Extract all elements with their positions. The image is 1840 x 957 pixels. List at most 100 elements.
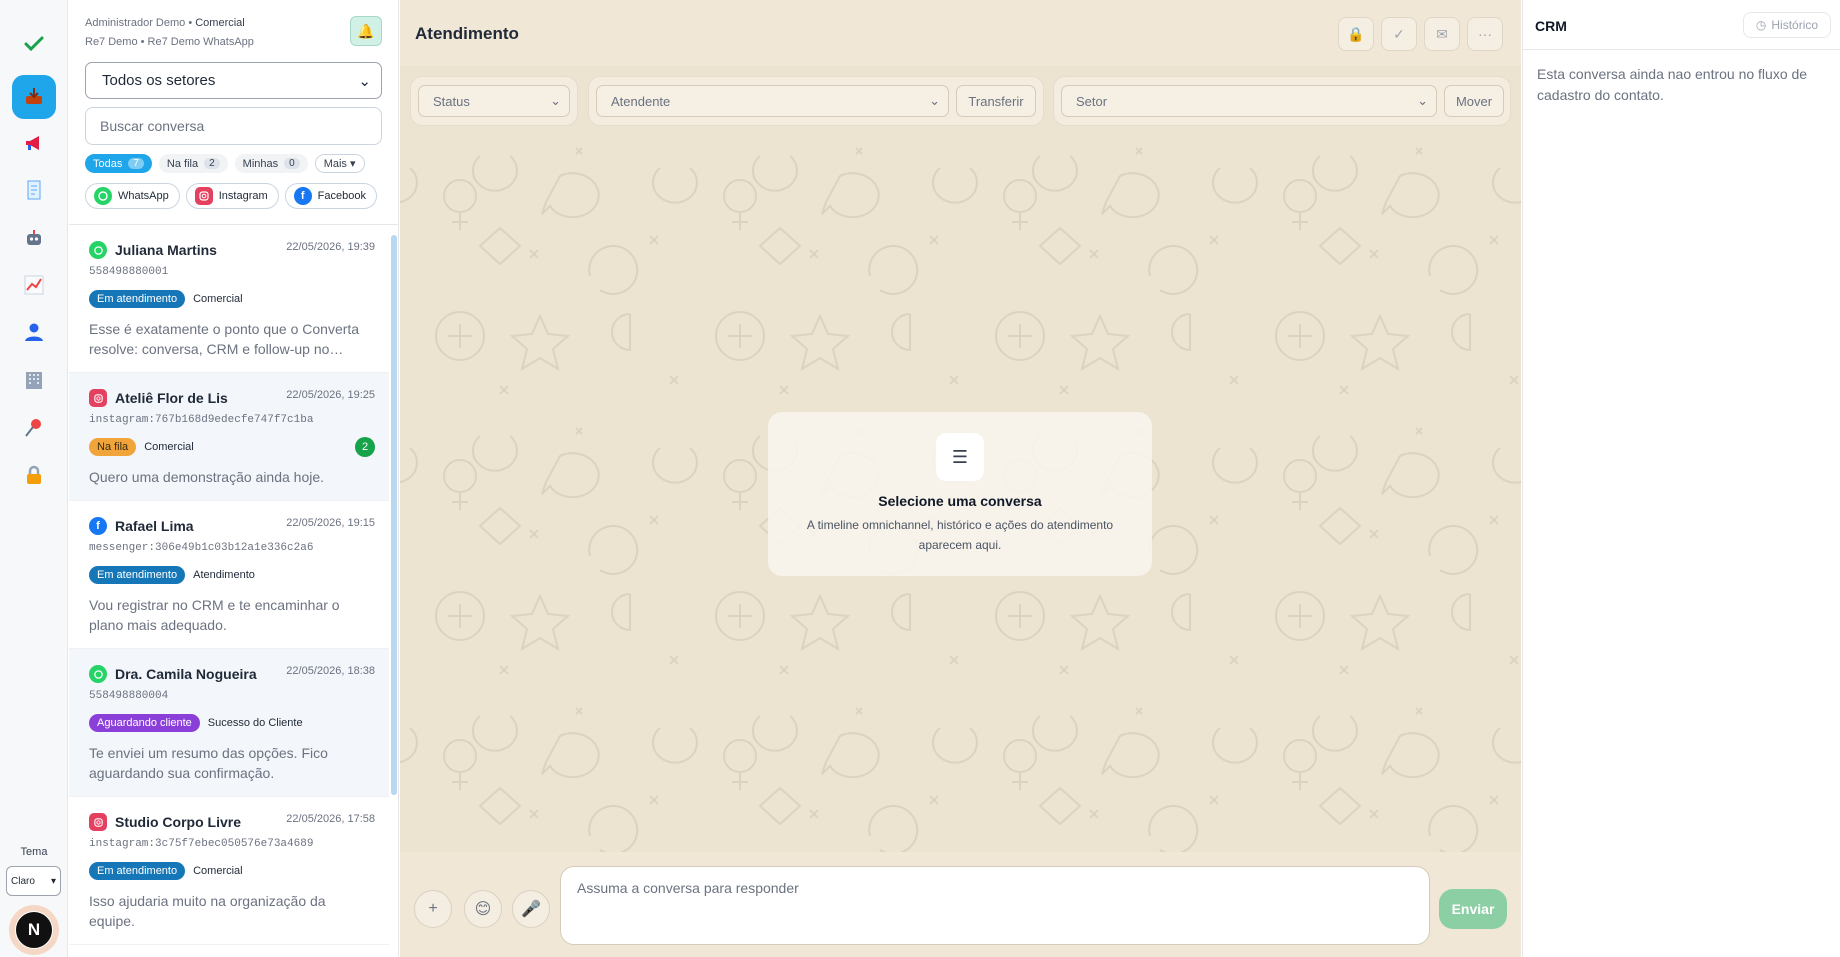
- chat-background: ☰ Selecione uma conversa A timeline omni…: [400, 136, 1521, 852]
- facebook-icon: f: [89, 517, 107, 535]
- conversation-preview: Esse é exatamente o ponto que o Converta…: [89, 321, 360, 357]
- move-button[interactable]: Mover: [1444, 85, 1504, 117]
- list-scrollbar[interactable]: [391, 235, 397, 795]
- conversation-sector: Comercial: [193, 292, 243, 305]
- check-icon[interactable]: [12, 22, 56, 66]
- theme-select[interactable]: Claro ▾: [6, 866, 61, 896]
- status-badge: Aguardando cliente: [89, 713, 200, 732]
- pin-icon[interactable]: [12, 406, 56, 450]
- inbox-icon[interactable]: [12, 75, 56, 119]
- chat-header: Atendimento 🔒 ✓ ✉ ···: [400, 0, 1521, 66]
- whatsapp-icon: [94, 187, 112, 205]
- theme-value: Claro: [11, 875, 35, 887]
- filter-queue-count: 2: [204, 158, 220, 169]
- history-button[interactable]: ◷ Histórico: [1743, 12, 1831, 38]
- conversation-preview: Te enviei um resumo das opções. Fico agu…: [89, 745, 328, 781]
- status-select[interactable]: Status ⌄: [418, 85, 570, 117]
- sector-select[interactable]: Todos os setores ⌄: [85, 62, 382, 99]
- channel-whatsapp[interactable]: WhatsApp: [85, 183, 180, 209]
- page-title: Atendimento: [415, 24, 519, 43]
- lock-icon[interactable]: 🔒: [1338, 17, 1374, 51]
- sector-filter-box: Setor ⌄ Mover: [1053, 76, 1511, 126]
- menu-icon: ☰: [936, 433, 984, 481]
- more-icon[interactable]: ···: [1467, 17, 1503, 51]
- filter-more[interactable]: Mais ▾: [314, 154, 365, 173]
- agent-select-value: Atendente: [611, 93, 671, 109]
- instagram-icon: [194, 187, 213, 205]
- theme-label: Tema: [20, 846, 48, 858]
- building-icon[interactable]: [12, 358, 56, 402]
- conversation-item[interactable]: Dra. Camila Nogueira 22/05/2026, 18:38 5…: [69, 649, 389, 797]
- channel-instagram[interactable]: Instagram: [185, 183, 279, 209]
- mail-icon[interactable]: ✉: [1424, 17, 1460, 51]
- history-label: Histórico: [1771, 18, 1819, 32]
- conversation-id: instagram:3c75f7ebec050576e73a4689: [89, 838, 314, 850]
- status-badge: Em atendimento: [89, 565, 186, 584]
- receipt-icon[interactable]: [12, 168, 56, 212]
- channel-facebook-label: Facebook: [317, 190, 366, 202]
- crm-header: CRM ◷ Histórico: [1523, 0, 1840, 50]
- crm-message: Esta conversa ainda nao entrou no fluxo …: [1537, 66, 1808, 103]
- chevron-down-icon: ⌄: [358, 72, 371, 90]
- channel-whatsapp-label: WhatsApp: [118, 190, 169, 202]
- conversation-preview: Isso ajudaria muito na organização da eq…: [89, 893, 326, 929]
- conversation-name: Juliana Martins: [115, 242, 217, 258]
- reply-input[interactable]: Assuma a conversa para responder: [560, 866, 1430, 945]
- channel-facebook[interactable]: f Facebook: [284, 183, 377, 209]
- crm-panel: CRM ◷ Histórico Esta conversa ainda nao …: [1522, 0, 1840, 957]
- conversation-list-panel: Administrador Demo • Comercial Re7 Demo …: [69, 0, 399, 957]
- user-line: Administrador Demo •: [85, 17, 196, 29]
- conversation-name: Ateliê Flor de Lis: [115, 390, 228, 406]
- sector-move-value: Setor: [1076, 93, 1108, 109]
- agent-select[interactable]: Atendente ⌄: [596, 85, 949, 117]
- conversation-list: Juliana Martins 22/05/2026, 19:39 558498…: [69, 224, 399, 957]
- check-icon[interactable]: ✓: [1381, 17, 1417, 51]
- conversation-preview: Quero uma demonstração ainda hoje.: [89, 469, 325, 485]
- conversation-time: 22/05/2026, 17:58: [286, 813, 375, 825]
- conversation-id: instagram:767b168d9edecfe747f7c1ba: [89, 414, 314, 426]
- agent-filter-box: Atendente ⌄ Transferir: [588, 76, 1044, 126]
- avatar[interactable]: N: [9, 905, 59, 955]
- user-icon[interactable]: [12, 310, 56, 354]
- channel-instagram-label: Instagram: [218, 190, 268, 202]
- conversation-item[interactable]: Juliana Martins 22/05/2026, 19:39 558498…: [69, 225, 389, 373]
- sector-move-select[interactable]: Setor ⌄: [1061, 85, 1437, 117]
- whatsapp-icon: [89, 241, 107, 259]
- chevron-down-icon: ▾: [50, 875, 56, 887]
- filter-mine[interactable]: Minhas 0: [234, 154, 308, 173]
- sidebar-rail: Tema Claro ▾ N: [0, 0, 68, 957]
- instagram-icon: [89, 389, 107, 407]
- emoji-icon[interactable]: 😊: [464, 890, 502, 928]
- unread-count-badge: 2: [355, 437, 375, 457]
- transfer-button[interactable]: Transferir: [956, 85, 1036, 117]
- send-button[interactable]: Enviar: [1439, 889, 1507, 929]
- robot-icon[interactable]: [12, 216, 56, 260]
- bell-icon[interactable]: 🔔: [350, 16, 382, 46]
- conversation-name: Studio Corpo Livre: [115, 814, 241, 830]
- filter-all-label: Todas: [93, 157, 123, 170]
- lock-icon[interactable]: [12, 453, 56, 497]
- conversation-item[interactable]: Ateliê Flor de Lis 22/05/2026, 19:25 ins…: [69, 373, 389, 501]
- microphone-icon[interactable]: 🎤: [512, 890, 550, 928]
- status-select-value: Status: [433, 93, 470, 109]
- filter-all[interactable]: Todas 7: [85, 154, 152, 173]
- conversation-sector: Sucesso do Cliente: [207, 716, 303, 729]
- conversation-item[interactable]: f Rafael Lima 22/05/2026, 19:15 messenger…: [69, 501, 389, 649]
- conversation-item[interactable]: Studio Corpo Livre 22/05/2026, 17:58 ins…: [69, 797, 389, 945]
- instagram-icon: [89, 813, 107, 831]
- filter-queue-label: Na fila: [166, 157, 199, 170]
- status-badge: Na fila: [89, 437, 137, 456]
- conversation-time: 22/05/2026, 19:25: [286, 389, 375, 401]
- filter-queue[interactable]: Na fila 2: [158, 154, 228, 173]
- chart-icon[interactable]: [12, 263, 56, 307]
- app-root: Tema Claro ▾ N Administrador Demo • Come…: [0, 0, 1840, 957]
- chevron-down-icon: ⌄: [550, 93, 561, 108]
- filter-chips: Todas 7 Na fila 2 Minhas 0 Mais ▾: [85, 154, 365, 173]
- megaphone-icon[interactable]: [12, 121, 56, 165]
- filter-mine-count: 0: [284, 158, 300, 169]
- conversation-preview: Vou registrar no CRM e te encaminhar o p…: [89, 597, 340, 633]
- search-input[interactable]: Buscar conversa: [85, 107, 382, 145]
- conversation-time: 22/05/2026, 18:38: [286, 665, 375, 677]
- plus-icon[interactable]: +: [414, 890, 452, 928]
- clock-icon: ◷: [1755, 18, 1767, 32]
